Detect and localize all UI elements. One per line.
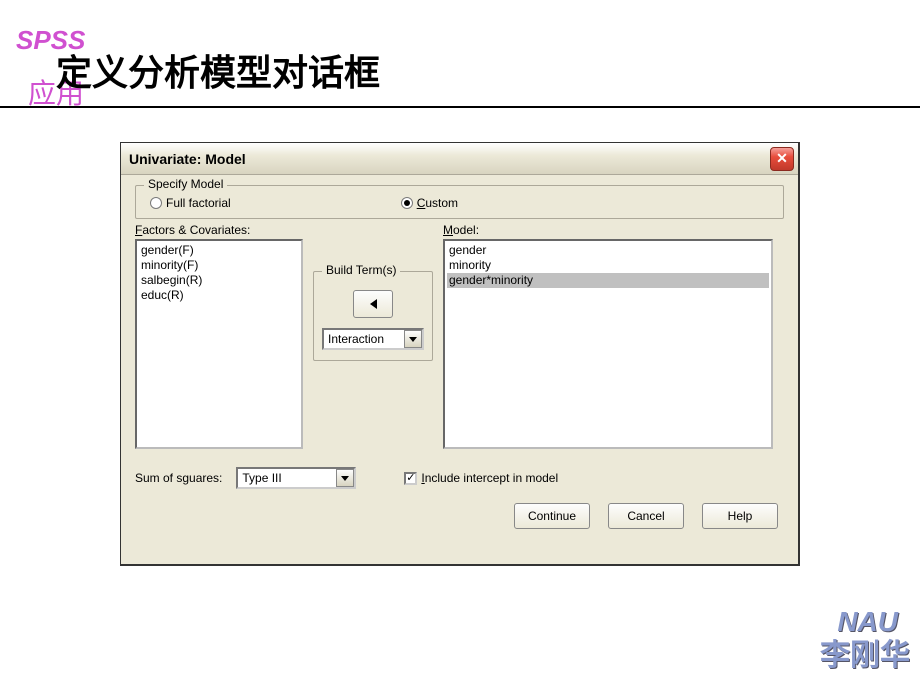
radio-custom[interactable]: Custom: [401, 196, 458, 210]
dialog-body: Specify Model Full factorial Custom Fact…: [121, 175, 798, 564]
build-terms-column: Build Term(s) Interaction: [313, 223, 433, 449]
include-intercept-label: Include intercept in model: [421, 471, 558, 485]
term-type-dropdown[interactable]: Interaction: [322, 328, 424, 350]
include-intercept-checkbox[interactable]: ✓ Include intercept in model: [404, 471, 558, 485]
list-item[interactable]: educ(R): [139, 288, 299, 303]
dialog-titlebar[interactable]: Univariate: Model ✕: [121, 143, 798, 175]
list-item[interactable]: gender(F): [139, 243, 299, 258]
list-item[interactable]: minority: [447, 258, 769, 273]
arrow-left-icon: [370, 299, 377, 309]
list-item[interactable]: gender: [447, 243, 769, 258]
radio-icon: [401, 197, 413, 209]
specify-model-legend: Specify Model: [144, 177, 227, 191]
model-dialog: Univariate: Model ✕ Specify Model Full f…: [120, 142, 800, 566]
factors-listbox[interactable]: gender(F) minority(F) salbegin(R) educ(R…: [135, 239, 303, 449]
model-label: Model:: [443, 223, 773, 237]
build-terms-group: Build Term(s) Interaction: [313, 271, 433, 361]
close-icon: ✕: [776, 150, 788, 167]
footer-author: 李刚华: [820, 630, 910, 674]
add-term-button[interactable]: [353, 290, 393, 318]
cancel-button[interactable]: Cancel: [608, 503, 684, 529]
checkbox-icon: ✓: [404, 472, 417, 485]
radio-full-factorial[interactable]: Full factorial: [150, 196, 231, 210]
radio-icon: [150, 197, 162, 209]
chevron-down-icon: [409, 337, 417, 342]
list-item[interactable]: gender*minority: [447, 273, 769, 288]
factors-label: Factors & Covariates:: [135, 223, 303, 237]
factors-column: Factors & Covariates: gender(F) minority…: [135, 223, 303, 449]
model-column: Model: gender minority gender*minority: [443, 223, 773, 449]
model-listbox[interactable]: gender minority gender*minority: [443, 239, 773, 449]
slide-header: SPSS 应用 定义分析模型对话框: [0, 0, 920, 108]
sum-squares-dropdown[interactable]: Type III: [236, 467, 356, 489]
build-terms-legend: Build Term(s): [322, 263, 400, 277]
list-item[interactable]: salbegin(R): [139, 273, 299, 288]
sum-squares-value: Type III: [242, 471, 281, 485]
chevron-down-icon: [341, 476, 349, 481]
close-button[interactable]: ✕: [770, 147, 794, 171]
dropdown-arrow: [336, 469, 354, 487]
list-item[interactable]: minority(F): [139, 258, 299, 273]
radio-custom-label: Custom: [417, 196, 458, 210]
slide-title: 定义分析模型对话框: [56, 44, 380, 96]
sum-squares-label: Sum of sguares:: [135, 471, 222, 485]
continue-button[interactable]: Continue: [514, 503, 590, 529]
radio-full-factorial-label: Full factorial: [166, 196, 231, 210]
help-button[interactable]: Help: [702, 503, 778, 529]
term-type-value: Interaction: [328, 332, 384, 346]
specify-model-group: Specify Model Full factorial Custom: [135, 185, 784, 219]
dialog-title: Univariate: Model: [129, 151, 246, 167]
dropdown-arrow: [404, 330, 422, 348]
